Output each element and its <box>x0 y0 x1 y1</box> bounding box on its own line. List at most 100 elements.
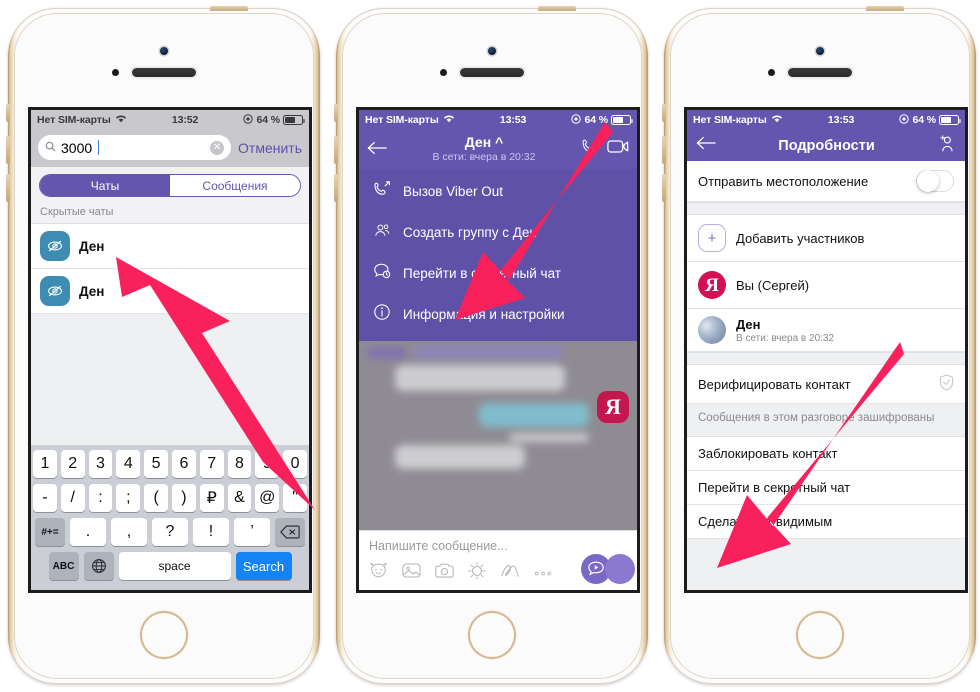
home-button[interactable] <box>796 611 844 659</box>
home-button[interactable] <box>140 611 188 659</box>
gif-icon[interactable] <box>468 562 486 584</box>
cancel-button[interactable]: Отменить <box>238 140 302 156</box>
wifi-icon <box>771 114 783 126</box>
key-2[interactable]: 2 <box>60 450 85 478</box>
key-0[interactable]: 0 <box>283 450 307 478</box>
key-symbols-toggle[interactable]: #+= <box>35 518 65 546</box>
key-ampersand[interactable]: & <box>227 484 252 512</box>
more-icon[interactable] <box>534 564 552 582</box>
keyboard-row-bottom: ABC space Search <box>33 552 307 580</box>
block-contact-row[interactable]: Заблокировать контакт <box>687 436 965 471</box>
camera-icon[interactable] <box>435 563 454 584</box>
add-person-icon[interactable] <box>937 134 956 158</box>
chat-row-2[interactable]: Ден <box>31 269 309 314</box>
power-button[interactable] <box>210 6 248 11</box>
doodle-icon[interactable] <box>500 563 520 584</box>
back-arrow-icon[interactable] <box>696 136 716 155</box>
mute-switch[interactable] <box>6 104 10 122</box>
carrier-label: Нет SIM-карты <box>365 114 439 126</box>
volume-up-button[interactable] <box>662 136 666 164</box>
key-at[interactable]: @ <box>255 484 280 512</box>
photo-avatar <box>698 316 726 344</box>
key-paren-close[interactable]: ) <box>172 484 196 512</box>
empty-list-area <box>31 314 309 445</box>
power-button[interactable] <box>538 6 576 11</box>
tab-messages[interactable]: Сообщения <box>170 175 300 196</box>
info-icon <box>373 303 391 326</box>
key-ruble[interactable]: ₽ <box>199 484 224 512</box>
viber-out-icon <box>373 180 391 203</box>
volume-down-button[interactable] <box>6 174 10 202</box>
participant-row-self[interactable]: Я Вы (Сергей) <box>687 262 965 309</box>
send-location-toggle[interactable] <box>916 170 954 192</box>
phone-call-icon[interactable] <box>581 138 598 160</box>
chat-title-block[interactable]: Ден ^ В сети: вчера в 20:32 <box>393 134 575 163</box>
gallery-icon[interactable] <box>402 562 421 584</box>
chat-message-area: Я <box>359 341 637 530</box>
section-gap <box>687 202 965 215</box>
secondary-action-button[interactable] <box>605 554 635 584</box>
menu-item-secret-chat[interactable]: Перейти в секретный чат <box>359 253 637 294</box>
participant-row-contact[interactable]: Ден В сети: вчера в 20:32 <box>687 309 965 352</box>
menu-item-create-group[interactable]: Создать группу с Ден <box>359 212 637 253</box>
key-apostrophe[interactable]: ’ <box>234 518 270 546</box>
verify-contact-row[interactable]: Верифицировать контакт <box>687 365 965 404</box>
key-semicolon[interactable]: ; <box>116 484 141 512</box>
search-input[interactable]: 3000 ✕ <box>38 135 232 160</box>
power-button[interactable] <box>866 6 904 11</box>
key-space[interactable]: space <box>118 552 231 580</box>
carrier-label: Нет SIM-карты <box>693 114 767 126</box>
volume-down-button[interactable] <box>662 174 666 202</box>
volume-up-button[interactable] <box>6 136 10 164</box>
menu-item-viber-out[interactable]: Вызов Viber Out <box>359 171 637 212</box>
avatar-letter: Я <box>705 274 719 296</box>
key-4[interactable]: 4 <box>116 450 141 478</box>
volume-up-button[interactable] <box>334 136 338 164</box>
key-period[interactable]: . <box>70 518 106 546</box>
globe-icon[interactable] <box>83 552 114 580</box>
key-comma[interactable]: , <box>111 518 147 546</box>
key-search[interactable]: Search <box>235 552 292 580</box>
back-arrow-icon[interactable] <box>367 138 387 159</box>
mute-switch[interactable] <box>662 104 666 122</box>
search-bar: 3000 ✕ Отменить <box>31 130 309 167</box>
key-7[interactable]: 7 <box>199 450 224 478</box>
key-1[interactable]: 1 <box>33 450 57 478</box>
video-call-icon[interactable] <box>607 139 629 159</box>
key-hyphen[interactable]: - <box>33 484 57 512</box>
backspace-icon[interactable] <box>275 518 305 546</box>
shield-icon <box>939 374 954 394</box>
list-section-header: Скрытые чаты <box>31 203 309 224</box>
key-8[interactable]: 8 <box>227 450 252 478</box>
key-paren-open[interactable]: ( <box>144 484 168 512</box>
clear-icon[interactable]: ✕ <box>210 140 225 155</box>
chat-row-name: Ден <box>79 238 105 254</box>
key-slash[interactable]: / <box>60 484 85 512</box>
key-exclaim[interactable]: ! <box>193 518 229 546</box>
volume-down-button[interactable] <box>334 174 338 202</box>
key-9[interactable]: 9 <box>255 450 280 478</box>
key-quote[interactable]: " <box>283 484 307 512</box>
chat-row-1[interactable]: Ден <box>31 224 309 269</box>
send-location-row[interactable]: Отправить местоположение <box>687 161 965 202</box>
status-time: 13:52 <box>171 114 199 126</box>
home-button[interactable] <box>468 611 516 659</box>
key-6[interactable]: 6 <box>172 450 196 478</box>
search-value: 3000 <box>61 139 93 156</box>
chat-title-text: Ден <box>464 134 492 150</box>
secret-chat-row[interactable]: Перейти в секретный чат <box>687 470 965 505</box>
key-question[interactable]: ? <box>152 518 188 546</box>
phone-2-face: Нет SIM-карты 13:53 64 % Ден ^ В сети: в… <box>342 13 642 679</box>
sticker-icon[interactable] <box>369 562 388 584</box>
key-colon[interactable]: : <box>88 484 113 512</box>
add-participants-row[interactable]: + Добавить участников <box>687 215 965 262</box>
make-chat-visible-row[interactable]: Сделать чат видимым <box>687 504 965 539</box>
key-5[interactable]: 5 <box>144 450 168 478</box>
key-abc-toggle[interactable]: ABC <box>48 552 79 580</box>
tab-chats[interactable]: Чаты <box>40 175 170 196</box>
message-input[interactable]: Напишите сообщение... <box>369 539 627 553</box>
mute-switch[interactable] <box>334 104 338 122</box>
menu-item-info-settings[interactable]: Информация и настройки <box>359 294 637 335</box>
earpiece-speaker <box>788 68 852 77</box>
key-3[interactable]: 3 <box>88 450 113 478</box>
